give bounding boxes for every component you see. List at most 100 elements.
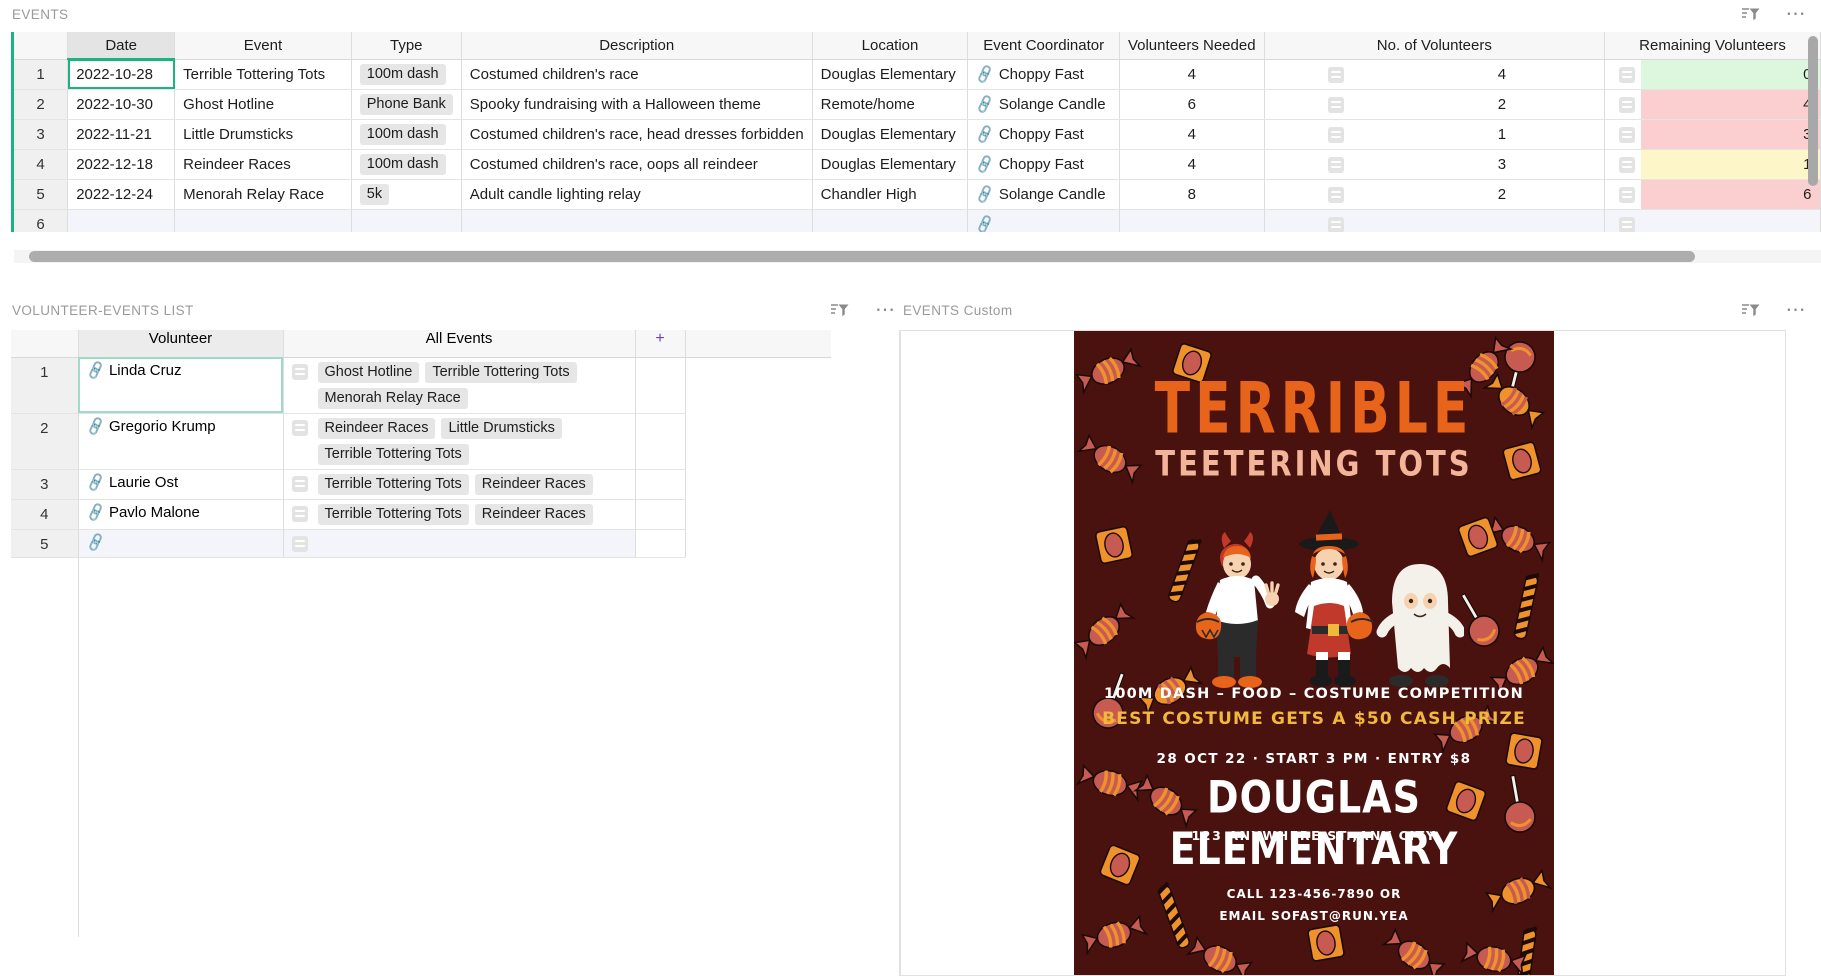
event-chip[interactable]: Little Drumsticks	[441, 418, 561, 439]
cell-event-coordinator[interactable]: 🔗Solange Candle	[968, 179, 1120, 209]
cell-volunteers-needed[interactable]: 4	[1119, 149, 1264, 179]
more-options-icon[interactable]: ⋯	[1786, 10, 1808, 18]
cell-date[interactable]: 2022-12-24	[68, 179, 175, 209]
cell-volunteer[interactable]: 🔗	[78, 529, 283, 557]
cell-remaining-volunteers[interactable]: 3	[1641, 120, 1820, 149]
cell-volunteers-needed[interactable]: 4	[1119, 119, 1264, 149]
cell-all-events[interactable]	[283, 529, 635, 557]
cell-all-events[interactable]: Terrible Tottering Tots Reindeer Races	[283, 499, 635, 529]
relation-icon[interactable]	[1619, 187, 1635, 203]
cell-volunteers-needed[interactable]: 4	[1119, 59, 1264, 89]
column-header-no-of-volunteers[interactable]: No. of Volunteers	[1264, 32, 1605, 59]
column-header-volunteer[interactable]: Volunteer	[78, 330, 283, 357]
cell-type[interactable]: 5k	[351, 179, 461, 209]
cell-date[interactable]: 2022-11-21	[68, 119, 175, 149]
more-options-icon[interactable]: ⋯	[875, 306, 897, 314]
events-horizontal-scrollbar[interactable]	[14, 250, 1821, 263]
cell-location[interactable]: Chandler High	[812, 179, 968, 209]
relation-icon[interactable]	[1619, 127, 1635, 143]
cell-description[interactable]: Adult candle lighting relay	[461, 179, 812, 209]
cell-volunteers-relation-icon[interactable]	[1264, 179, 1400, 209]
cell-event[interactable]: Reindeer Races	[175, 149, 352, 179]
cell-type[interactable]: 100m dash	[351, 59, 461, 89]
relation-icon[interactable]	[292, 506, 308, 522]
relation-icon[interactable]	[1328, 157, 1344, 173]
cell-remaining-relation-icon[interactable]	[1605, 120, 1641, 149]
relation-icon[interactable]	[292, 364, 308, 380]
event-chip[interactable]: Ghost Hotline	[318, 362, 420, 383]
list-item[interactable]: 5🔗	[11, 529, 831, 557]
relation-icon[interactable]	[292, 476, 308, 492]
table-row[interactable]: 32022-11-21Little Drumsticks100m dashCos…	[14, 119, 1821, 149]
cell-location[interactable]: Douglas Elementary	[812, 59, 968, 89]
relation-icon[interactable]	[1619, 157, 1635, 173]
event-chip[interactable]: Terrible Tottering Tots	[425, 362, 576, 383]
cell-volunteers-needed[interactable]: 6	[1119, 89, 1264, 119]
cell-no-of-volunteers[interactable]: 4	[1400, 59, 1605, 89]
cell-type[interactable]	[351, 209, 461, 232]
cell-all-events[interactable]: Ghost HotlineTerrible Tottering TotsMeno…	[283, 357, 635, 413]
relation-icon[interactable]	[292, 420, 308, 436]
volunteer-grid[interactable]: Volunteer All Events + 1🔗Linda CruzGhost…	[11, 330, 900, 976]
list-item[interactable]: 2🔗Gregorio KrumpReindeer RacesLittle Dru…	[11, 413, 831, 469]
cell-no-of-volunteers[interactable]	[1400, 209, 1605, 232]
cell-event-coordinator[interactable]: 🔗Choppy Fast	[968, 149, 1120, 179]
event-chip[interactable]: Terrible Tottering Tots	[318, 504, 469, 525]
cell-description[interactable]: Spooky fundraising with a Halloween them…	[461, 89, 812, 119]
relation-icon[interactable]	[1328, 127, 1344, 143]
table-row[interactable]: 42022-12-18Reindeer Races100m dashCostum…	[14, 149, 1821, 179]
column-header-event-coordinator[interactable]: Event Coordinator	[968, 32, 1120, 59]
cell-date[interactable]: 2022-10-30	[68, 89, 175, 119]
cell-volunteers-relation-icon[interactable]	[1264, 149, 1400, 179]
column-header-type[interactable]: Type	[351, 32, 461, 59]
cell-date[interactable]: 2022-12-18	[68, 149, 175, 179]
events-vertical-scroll-thumb[interactable]	[1808, 36, 1818, 186]
cell-location[interactable]: Douglas Elementary	[812, 119, 968, 149]
relation-icon[interactable]	[1619, 217, 1635, 232]
relation-icon[interactable]	[1619, 67, 1635, 83]
cell-location[interactable]	[812, 209, 968, 232]
cell-description[interactable]	[461, 209, 812, 232]
cell-remaining-relation-icon[interactable]	[1605, 60, 1641, 89]
cell-event[interactable]: Little Drumsticks	[175, 119, 352, 149]
cell-type[interactable]: 100m dash	[351, 149, 461, 179]
more-options-icon[interactable]: ⋯	[1786, 306, 1808, 314]
column-header-location[interactable]: Location	[812, 32, 968, 59]
column-header-event[interactable]: Event	[175, 32, 352, 59]
cell-no-of-volunteers[interactable]: 2	[1400, 179, 1605, 209]
event-chip[interactable]: Reindeer Races	[475, 504, 593, 525]
cell-volunteers-needed[interactable]: 8	[1119, 179, 1264, 209]
cell-location[interactable]: Douglas Elementary	[812, 149, 968, 179]
cell-remaining-volunteers[interactable]	[1641, 210, 1820, 233]
cell-event-coordinator[interactable]: 🔗Solange Candle	[968, 89, 1120, 119]
list-item[interactable]: 3🔗Laurie OstTerrible Tottering TotsReind…	[11, 469, 831, 499]
relation-icon[interactable]	[1619, 97, 1635, 113]
cell-remaining-relation-icon[interactable]	[1605, 180, 1641, 209]
list-item[interactable]: 4🔗Pavlo MaloneTerrible Tottering TotsRei…	[11, 499, 831, 529]
cell-event-coordinator[interactable]: 🔗	[968, 209, 1120, 232]
cell-volunteers-relation-icon[interactable]	[1264, 209, 1400, 232]
table-row[interactable]: 12022-10-28Terrible Tottering Tots100m d…	[14, 59, 1821, 89]
cell-no-of-volunteers[interactable]: 1	[1400, 119, 1605, 149]
event-chip[interactable]: Terrible Tottering Tots	[318, 474, 469, 495]
cell-all-events[interactable]: Terrible Tottering TotsReindeer Races	[283, 469, 635, 499]
cell-date[interactable]: 2022-10-28	[68, 59, 175, 89]
filter-sort-icon[interactable]	[1741, 302, 1760, 318]
event-chip[interactable]: Reindeer Races	[318, 418, 436, 439]
cell-location[interactable]: Remote/home	[812, 89, 968, 119]
cell-event-coordinator[interactable]: 🔗Choppy Fast	[968, 119, 1120, 149]
cell-event[interactable]	[175, 209, 352, 232]
cell-description[interactable]: Costumed children's race	[461, 59, 812, 89]
column-header-date[interactable]: Date	[68, 32, 175, 59]
relation-icon[interactable]	[1328, 67, 1344, 83]
cell-remaining-volunteers[interactable]: 4	[1641, 90, 1820, 119]
list-item[interactable]: 1🔗Linda CruzGhost HotlineTerrible Totter…	[11, 357, 831, 413]
event-chip[interactable]: Terrible Tottering Tots	[318, 444, 469, 465]
custom-record-card[interactable]: TERRIBLE TEETERING TOTS	[900, 330, 1786, 976]
cell-volunteer[interactable]: 🔗Linda Cruz	[78, 357, 283, 413]
events-horizontal-scroll-thumb[interactable]	[29, 251, 1695, 262]
events-vertical-scrollbar[interactable]	[1808, 36, 1818, 196]
relation-icon[interactable]	[1328, 97, 1344, 113]
events-grid[interactable]: Date Event Type Description Location Eve…	[11, 32, 1821, 232]
column-header-remaining-volunteers[interactable]: Remaining Volunteers	[1605, 32, 1821, 59]
